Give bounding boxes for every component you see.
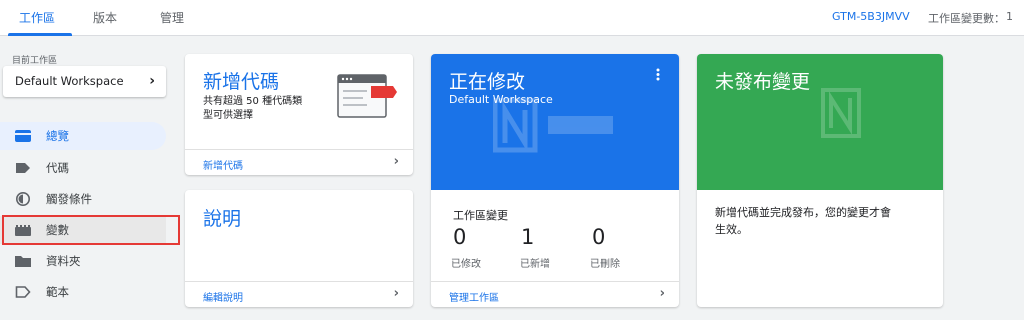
- modified-count: 0: [453, 225, 467, 249]
- variable-icon: [15, 225, 31, 236]
- sidebar-item-tags[interactable]: 代碼: [0, 154, 166, 182]
- sidebar-item-label: 範本: [46, 285, 69, 299]
- new-tag-description: 共有超過 50 種代碼類 型可供選擇: [203, 96, 303, 121]
- unpublished-card: 未發布變更 新增代碼並完成發布，您的變更才會 生效。: [697, 54, 943, 307]
- active-tab-indicator: [8, 33, 72, 36]
- editing-footer[interactable]: 管理工作區 ›: [431, 281, 679, 307]
- current-workspace-caption: 目前工作區: [12, 56, 58, 66]
- unpublished-title: 未發布變更: [715, 71, 811, 93]
- trigger-icon: [16, 192, 30, 206]
- chevron-right-icon: ›: [659, 286, 665, 301]
- sidebar-item-label: 觸發條件: [46, 192, 92, 206]
- editing-workspace-name: Default Workspace: [449, 93, 553, 106]
- watermark-logo-icon: [493, 98, 613, 153]
- sidebar-item-folders[interactable]: 資料夾: [0, 247, 166, 275]
- sidebar-item-label: 代碼: [46, 161, 69, 175]
- new-tag-title: 新增代碼: [203, 71, 280, 93]
- help-footer[interactable]: 編輯說明 ›: [185, 281, 413, 307]
- tag-illustration-icon: [337, 74, 397, 118]
- workspace-selector[interactable]: Default Workspace ›: [3, 66, 166, 97]
- folder-icon: [15, 256, 31, 267]
- sidebar-item-label: 總覽: [46, 129, 69, 143]
- sidebar-item-triggers[interactable]: 觸發條件: [0, 185, 166, 213]
- unpublished-card-header: 未發布變更: [697, 54, 943, 190]
- added-label: 已新增: [520, 259, 550, 270]
- tab-workspace[interactable]: 工作區: [19, 9, 55, 26]
- sidebar-item-label: 變數: [46, 223, 69, 237]
- new-tag-link[interactable]: 新增代碼: [203, 157, 243, 172]
- tab-admin[interactable]: 管理: [160, 9, 184, 26]
- manage-workspaces-link[interactable]: 管理工作區: [449, 289, 499, 304]
- template-icon: [15, 286, 31, 298]
- deleted-label: 已刪除: [590, 259, 620, 270]
- sidebar-item-variables[interactable]: 變數: [0, 216, 166, 244]
- deleted-count: 0: [592, 225, 606, 249]
- container-id-link[interactable]: GTM-5B3JMVV: [832, 10, 910, 23]
- new-tag-footer[interactable]: 新增代碼 ›: [185, 149, 413, 175]
- workspace-name: Default Workspace: [15, 74, 124, 88]
- workspace-changes-heading: 工作區變更: [453, 209, 508, 222]
- editing-title: 正在修改: [449, 71, 526, 93]
- unpublished-message: 新增代碼並完成發布，您的變更才會 生效。: [715, 206, 891, 236]
- chevron-right-icon: ›: [393, 286, 399, 301]
- help-card[interactable]: 說明 編輯說明 ›: [185, 190, 413, 307]
- help-title: 說明: [203, 208, 242, 230]
- watermark-logo-icon: [821, 88, 861, 138]
- chevron-right-icon: ›: [393, 154, 399, 169]
- top-nav-bar: 工作區 版本 管理 GTM-5B3JMVV 工作區變更數： 1: [0, 0, 1024, 36]
- overview-icon: [15, 130, 31, 142]
- editing-card: 正在修改 Default Workspace 工作區變更 0 已修改 1 已新增…: [431, 54, 679, 307]
- new-tag-card[interactable]: 新增代碼 共有超過 50 種代碼類 型可供選擇 新增代碼 ›: [185, 54, 413, 175]
- sidebar-item-label: 資料夾: [46, 254, 81, 268]
- sidebar-item-templates[interactable]: 範本: [0, 278, 166, 306]
- editing-card-header: 正在修改 Default Workspace: [431, 54, 679, 190]
- sidebar-item-overview[interactable]: 總覽: [0, 122, 166, 150]
- more-vert-icon[interactable]: [656, 68, 660, 81]
- tab-versions[interactable]: 版本: [93, 9, 117, 26]
- tag-icon: [16, 163, 30, 173]
- workspace-changes-count: 1: [1006, 10, 1013, 23]
- modified-label: 已修改: [451, 259, 481, 270]
- workspace-changes-label: 工作區變更數：: [928, 12, 1005, 25]
- added-count: 1: [521, 225, 535, 249]
- edit-help-link[interactable]: 編輯說明: [203, 289, 243, 304]
- chevron-right-icon: ›: [149, 73, 155, 89]
